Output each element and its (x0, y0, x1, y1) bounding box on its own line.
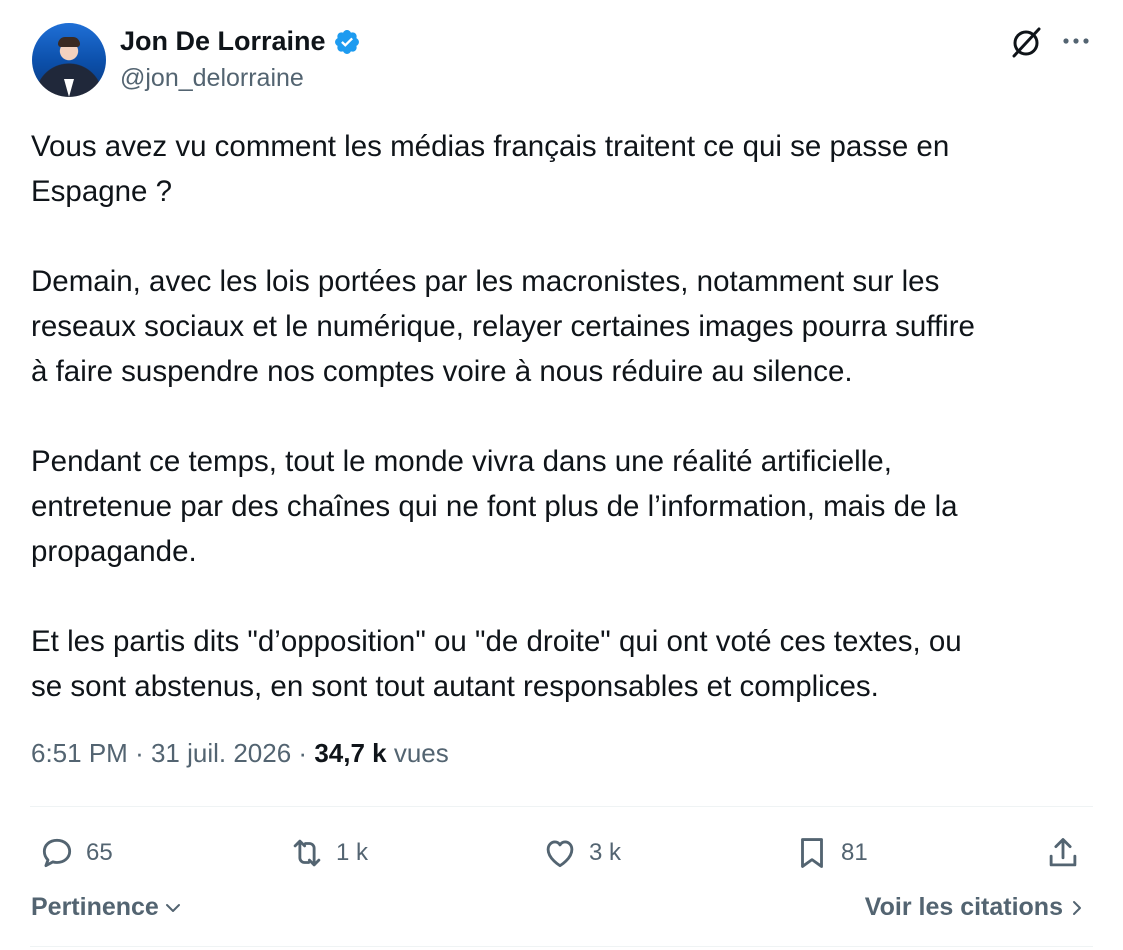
meta-separator: · (135, 738, 151, 768)
grok-icon[interactable] (1008, 24, 1044, 60)
tweet-header: Jon De Lorraine @jon_delorraine (30, 22, 1092, 100)
bookmark-button[interactable]: 81 (793, 827, 868, 879)
verified-badge-icon[interactable] (333, 28, 361, 56)
quotes-label: Voir les citations (864, 893, 1063, 921)
action-bar: 65 1 k 3 k 81 (30, 827, 1093, 879)
sort-label: Pertinence (31, 893, 159, 921)
divider-top (30, 806, 1093, 807)
reply-icon (42, 838, 72, 868)
chevron-down-icon (165, 903, 180, 912)
views-label: vues (393, 738, 449, 768)
tweet-meta: 6:51 PM · 31 juil. 2026 · 34,7 k vues (31, 738, 449, 769)
avatar-hair (58, 37, 80, 47)
avatar[interactable] (32, 23, 106, 97)
share-icon (1049, 838, 1077, 867)
chevron-right-icon (1073, 900, 1081, 915)
like-icon (546, 840, 574, 868)
like-button[interactable]: 3 k (541, 827, 621, 879)
views-count: 34,7 k (314, 738, 387, 768)
repost-button[interactable]: 1 k (288, 827, 368, 879)
avatar-shirt (64, 79, 74, 97)
bookmark-count: 81 (841, 839, 868, 866)
author-handle[interactable]: @jon_delorraine (120, 64, 304, 93)
tweet-date[interactable]: 31 juil. 2026 (151, 738, 291, 768)
repost-count: 1 k (336, 839, 369, 866)
reply-count: 65 (86, 839, 113, 866)
repost-icon (293, 839, 321, 867)
divider-bottom (30, 946, 1093, 947)
sort-selector[interactable]: Pertinence (31, 893, 183, 922)
author-name[interactable]: Jon De Lorraine (120, 26, 326, 57)
view-quotes-link[interactable]: Voir les citations (865, 893, 1087, 922)
tweet-time[interactable]: 6:51 PM (31, 738, 128, 768)
meta-separator: · (298, 738, 315, 768)
author-name-row: Jon De Lorraine (120, 26, 361, 57)
more-icon[interactable] (1060, 28, 1092, 54)
reply-button[interactable]: 65 (38, 827, 113, 879)
bookmark-icon (801, 838, 823, 868)
like-count: 3 k (589, 839, 622, 866)
share-button[interactable] (1044, 827, 1082, 879)
tweet-text: Vous avez vu comment les médias français… (31, 130, 975, 703)
